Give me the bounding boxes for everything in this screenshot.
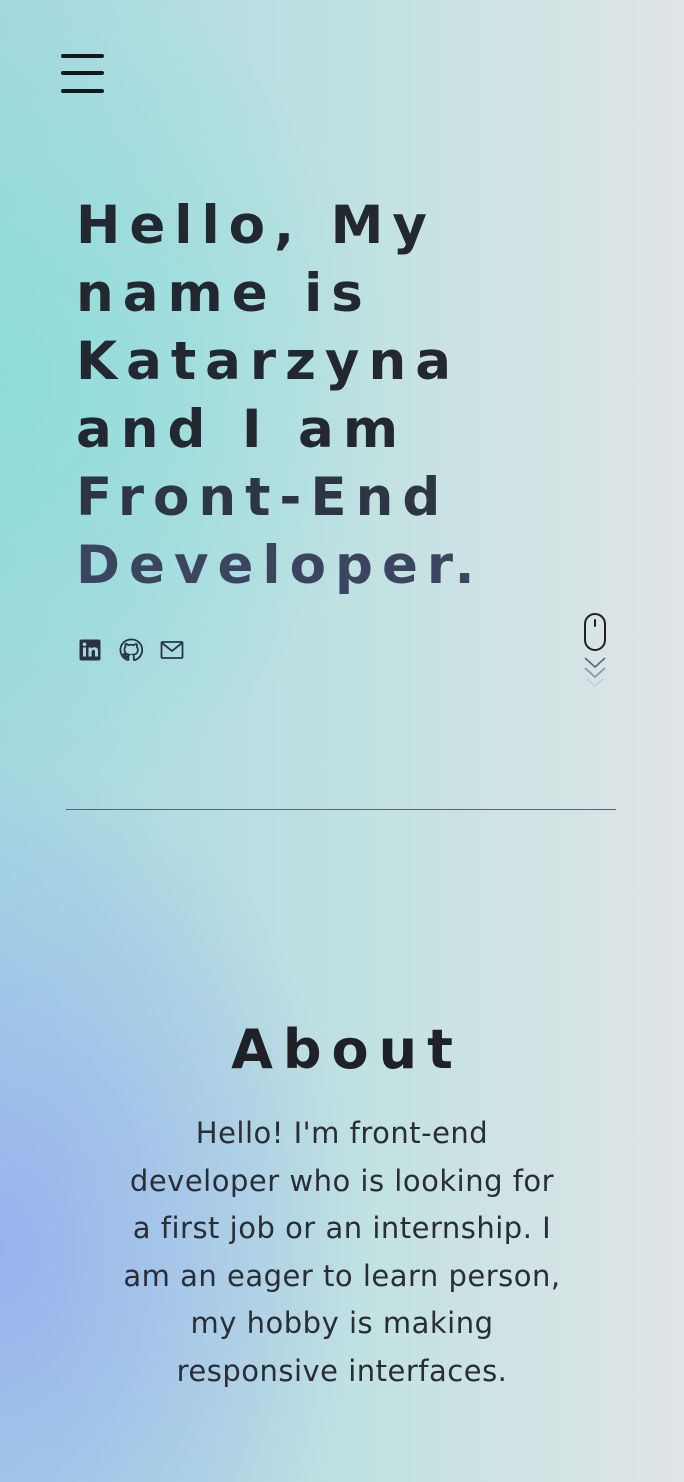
github-icon[interactable]: [119, 638, 143, 662]
hero-title-line: Hello, My: [76, 195, 436, 256]
about-text-line: my hobby is making: [190, 1306, 494, 1341]
about-text: Hello! I'm front-end developer who is lo…: [100, 1110, 584, 1396]
about-text-line: am an eager to learn person,: [123, 1258, 561, 1293]
about-heading: About: [231, 1018, 463, 1081]
social-links: [78, 638, 184, 662]
hamburger-menu-icon: [61, 54, 104, 58]
menu-button[interactable]: [61, 52, 105, 96]
about-text-line: Hello! I'm front-end: [195, 1116, 489, 1150]
mail-icon[interactable]: [160, 638, 184, 662]
about-text-line: a first job or an internship. I: [132, 1211, 552, 1246]
hero-title-line: name is: [76, 263, 372, 324]
hero-title-line: Developer.: [76, 535, 484, 596]
mouse-scroll-icon[interactable]: [583, 613, 607, 693]
section-divider: [66, 809, 616, 810]
linkedin-icon[interactable]: [78, 638, 102, 662]
about-text-line: responsive interfaces.: [176, 1353, 508, 1388]
hero-title: Hello, My name is Katarzyna and I am Fro…: [76, 192, 636, 600]
hero-title-line: and I am: [76, 399, 408, 460]
about-text-line: developer who is looking for: [129, 1163, 555, 1198]
hero-title-line: Katarzyna: [76, 331, 460, 392]
hero-title-line: Front-End: [76, 467, 450, 528]
